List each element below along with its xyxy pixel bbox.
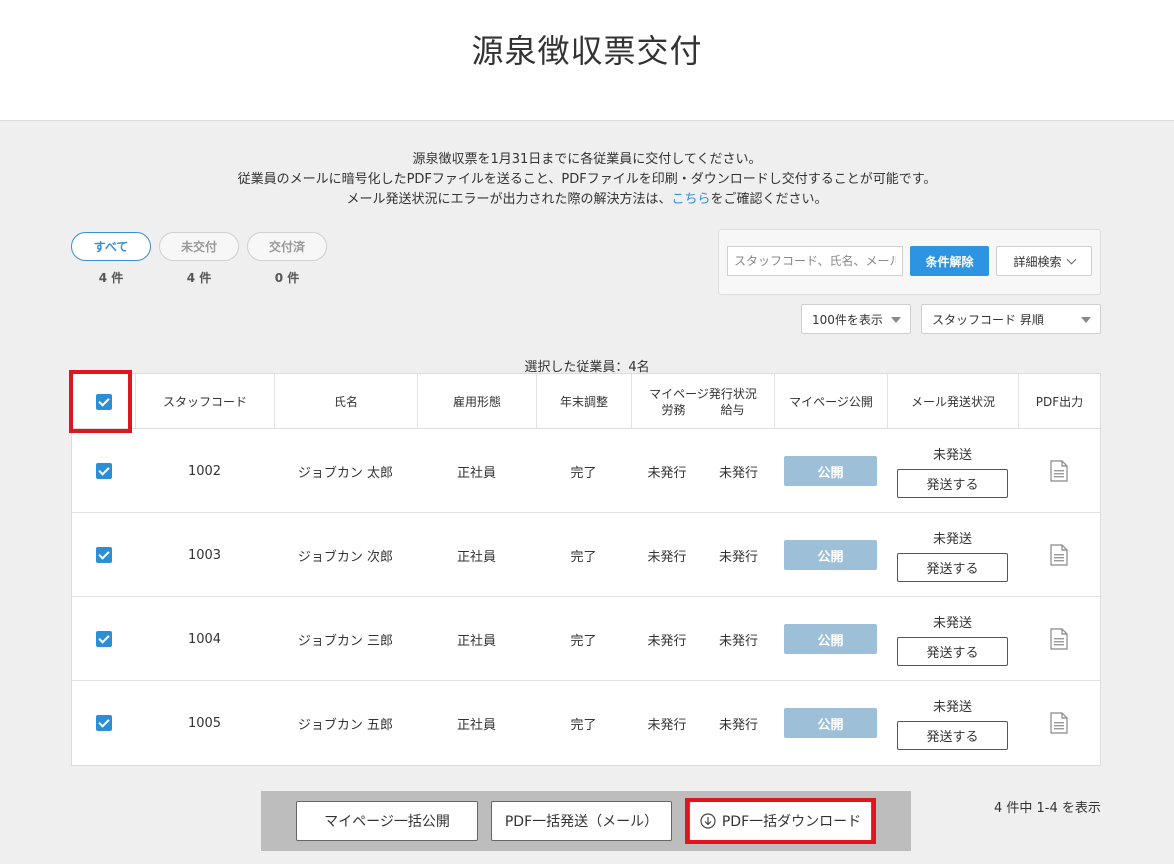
column-staff-code[interactable]: スタッフコード bbox=[135, 374, 274, 429]
send-mail-button[interactable]: 発送する bbox=[897, 721, 1008, 750]
table-row: 1003 ジョブカン 次郎 正社員 完了 未発行 未発行 公開 未発送 発送する bbox=[72, 513, 1100, 597]
mypage-labor-status: 未発行 bbox=[647, 549, 687, 565]
employment-type: 正社員 bbox=[456, 717, 496, 733]
employee-table: スタッフコード 氏名 雇用形態 年末調整 マイページ発行状況 労務 給与 マイペー… bbox=[71, 373, 1101, 766]
chevron-down-icon bbox=[1066, 254, 1076, 264]
filter-tab-all[interactable]: すべて bbox=[71, 232, 151, 261]
select-all-checkbox[interactable] bbox=[95, 393, 112, 410]
pdf-document-icon[interactable] bbox=[1050, 628, 1068, 650]
per-page-value: 100件を表示 bbox=[812, 312, 883, 327]
staff-code: 1003 bbox=[187, 547, 222, 563]
table-row: 1002 ジョブカン 太郎 正社員 完了 未発行 未発行 公開 未発送 発送する bbox=[72, 429, 1100, 513]
employee-name: ジョブカン 五郎 bbox=[297, 717, 394, 733]
bulk-publish-button[interactable]: マイページ一括公開 bbox=[296, 801, 478, 841]
column-mypage-labor: 労務 bbox=[661, 402, 686, 417]
employment-type: 正社員 bbox=[456, 549, 496, 565]
mail-status: 未発送 bbox=[932, 448, 972, 463]
mypage-labor-status: 未発行 bbox=[647, 717, 687, 733]
dropdown-arrow-icon bbox=[891, 317, 901, 323]
pdf-document-icon[interactable] bbox=[1050, 712, 1068, 734]
column-mypage-publish: マイページ公開 bbox=[774, 374, 887, 429]
row-checkbox[interactable] bbox=[95, 547, 112, 563]
staff-code: 1004 bbox=[187, 631, 222, 647]
employment-type: 正社員 bbox=[456, 465, 496, 481]
sort-select[interactable]: スタッフコード 昇順 bbox=[921, 304, 1101, 334]
per-page-select[interactable]: 100件を表示 bbox=[801, 304, 911, 334]
search-panel: 条件解除 詳細検索 bbox=[718, 229, 1101, 295]
send-mail-button[interactable]: 発送する bbox=[897, 469, 1008, 498]
mypage-salary-status: 未発行 bbox=[718, 549, 758, 565]
header-checkbox-cell bbox=[72, 374, 135, 429]
filter-tab-delivered[interactable]: 交付済 bbox=[247, 232, 327, 261]
publish-button[interactable]: 公開 bbox=[784, 456, 877, 486]
year-end-status: 完了 bbox=[570, 633, 597, 649]
mypage-labor-status: 未発行 bbox=[647, 633, 687, 649]
mail-status: 未発送 bbox=[932, 532, 972, 547]
column-mypage-status: マイページ発行状況 労務 給与 bbox=[631, 374, 774, 429]
row-checkbox[interactable] bbox=[95, 715, 112, 731]
column-pdf-output: PDF出力 bbox=[1018, 374, 1100, 429]
search-input[interactable] bbox=[727, 246, 903, 276]
notice-line-1: 源泉徴収票を1月31日までに各従業員に交付してください。 bbox=[412, 152, 762, 167]
page-title: 源泉徴収票交付 bbox=[471, 32, 703, 70]
help-link[interactable]: こちら bbox=[671, 192, 710, 207]
staff-code: 1002 bbox=[187, 463, 222, 479]
advanced-search-label: 詳細検索 bbox=[1013, 254, 1062, 269]
notice-line-3-before: メール発送状況にエラーが出力された際の解決方法は、 bbox=[346, 192, 672, 207]
employee-name: ジョブカン 太郎 bbox=[297, 465, 394, 481]
pdf-document-icon[interactable] bbox=[1050, 544, 1068, 566]
mypage-salary-status: 未発行 bbox=[718, 633, 758, 649]
mail-status: 未発送 bbox=[932, 616, 972, 631]
filter-tab-undelivered[interactable]: 未交付 bbox=[159, 232, 239, 261]
send-mail-button[interactable]: 発送する bbox=[897, 553, 1008, 582]
notice-line-2: 従業員のメールに暗号化したPDFファイルを送ること、PDFファイルを印刷・ダウン… bbox=[237, 172, 937, 187]
download-icon bbox=[700, 813, 716, 829]
notice-text: 源泉徴収票を1月31日までに各従業員に交付してください。 従業員のメールに暗号化… bbox=[0, 150, 1174, 210]
employment-type: 正社員 bbox=[456, 633, 496, 649]
year-end-status: 完了 bbox=[570, 465, 597, 481]
filter-count-delivered: 0 件 bbox=[274, 271, 300, 285]
year-end-status: 完了 bbox=[570, 717, 597, 733]
mail-status: 未発送 bbox=[932, 700, 972, 715]
employee-name: ジョブカン 次郎 bbox=[297, 549, 394, 565]
row-checkbox[interactable] bbox=[95, 631, 112, 647]
staff-code: 1005 bbox=[187, 715, 222, 731]
column-mypage-salary: 給与 bbox=[720, 402, 745, 417]
publish-button[interactable]: 公開 bbox=[784, 624, 877, 654]
mypage-labor-status: 未発行 bbox=[647, 465, 687, 481]
column-employment[interactable]: 雇用形態 bbox=[417, 374, 536, 429]
notice-line-3: メール発送状況にエラーが出力された際の解決方法は、こちらをご確認ください。 bbox=[0, 190, 1174, 210]
filter-count-undelivered: 4 件 bbox=[186, 271, 212, 285]
table-header: スタッフコード 氏名 雇用形態 年末調整 マイページ発行状況 労務 給与 マイペー… bbox=[72, 374, 1100, 429]
column-year-end[interactable]: 年末調整 bbox=[536, 374, 631, 429]
advanced-search-button[interactable]: 詳細検索 bbox=[996, 246, 1092, 276]
bulk-download-button[interactable]: PDF一括ダウンロード bbox=[689, 801, 872, 841]
employee-name: ジョブカン 三郎 bbox=[297, 633, 394, 649]
publish-button[interactable]: 公開 bbox=[784, 708, 877, 738]
column-mail-status: メール発送状況 bbox=[887, 374, 1018, 429]
table-row: 1004 ジョブカン 三郎 正社員 完了 未発行 未発行 公開 未発送 発送する bbox=[72, 597, 1100, 681]
row-checkbox[interactable] bbox=[95, 463, 112, 479]
notice-line-3-after: をご確認ください。 bbox=[710, 192, 828, 207]
filter-count-all: 4 件 bbox=[98, 271, 124, 285]
year-end-status: 完了 bbox=[570, 549, 597, 565]
publish-button[interactable]: 公開 bbox=[784, 540, 877, 570]
column-name[interactable]: 氏名 bbox=[274, 374, 417, 429]
send-mail-button[interactable]: 発送する bbox=[897, 637, 1008, 666]
bulk-mail-button[interactable]: PDF一括発送（メール） bbox=[491, 801, 672, 841]
page-header: 源泉徴収票交付 bbox=[0, 0, 1174, 121]
mypage-salary-status: 未発行 bbox=[718, 465, 758, 481]
pagination-range: 4 件中 1-4 を表示 bbox=[994, 801, 1101, 816]
column-mypage-status-label: マイページ発行状況 bbox=[649, 386, 757, 401]
dropdown-arrow-icon bbox=[1081, 317, 1091, 323]
pdf-document-icon[interactable] bbox=[1050, 460, 1068, 482]
mypage-salary-status: 未発行 bbox=[718, 717, 758, 733]
sort-value: スタッフコード 昇順 bbox=[932, 312, 1044, 327]
clear-conditions-button[interactable]: 条件解除 bbox=[910, 246, 989, 276]
table-row: 1005 ジョブカン 五郎 正社員 完了 未発行 未発行 公開 未発送 発送する bbox=[72, 681, 1100, 765]
bulk-download-label: PDF一括ダウンロード bbox=[721, 814, 862, 830]
